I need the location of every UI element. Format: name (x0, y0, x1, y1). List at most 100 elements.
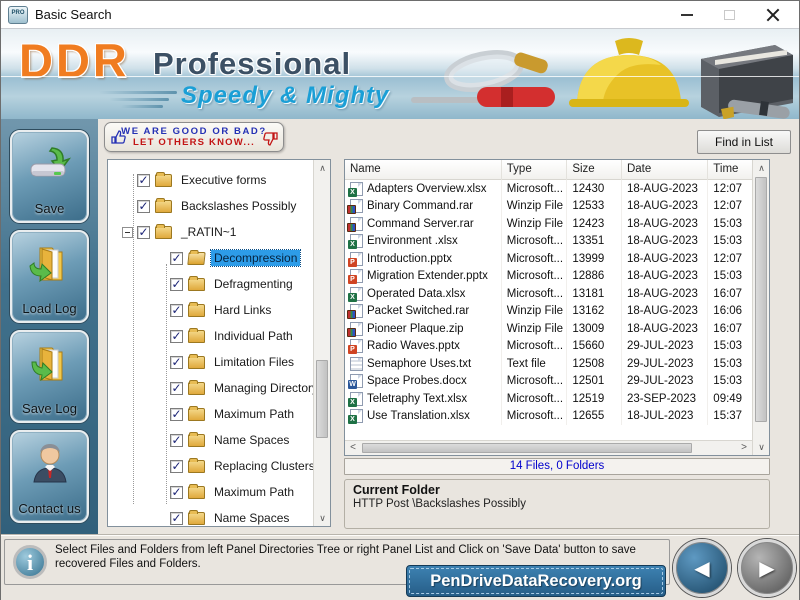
tree-item-checkbox[interactable]: ✓ (170, 304, 183, 317)
tree-item-checkbox[interactable]: ✓ (137, 226, 150, 239)
file-row[interactable]: Semaphore Uses.txt Text file 12508 29-JU… (345, 355, 752, 373)
tree-item[interactable]: ✓ Name Spaces (108, 505, 313, 526)
contact-us-button[interactable]: Contact us (10, 430, 89, 523)
tree-item[interactable]: ✓ Executive forms (108, 167, 313, 193)
tree-item-checkbox[interactable]: ✓ (170, 434, 183, 447)
file-type: Winzip File (502, 320, 568, 338)
tree-item-checkbox[interactable]: ✓ (170, 382, 183, 395)
tree-scrollbar-thumb[interactable] (316, 360, 328, 438)
tree-item-checkbox[interactable]: ✓ (170, 252, 183, 265)
column-header-time[interactable]: Time (708, 160, 752, 180)
info-icon: i (13, 545, 47, 579)
tree-item-label: Name Spaces (211, 432, 292, 448)
folder-icon (188, 408, 205, 421)
file-row[interactable]: X Teletraphy Text.xlsx Microsoft... 1251… (345, 390, 752, 408)
tree-vertical-scrollbar[interactable]: ∧ ∨ (313, 160, 330, 526)
directory-tree: ✓ Executive forms ✓ Backslashes Possibly… (108, 160, 313, 526)
tree-expander-icon[interactable] (122, 227, 133, 238)
column-header-size[interactable]: Size (567, 160, 622, 180)
list-scrollbar-thumb-h[interactable] (362, 443, 692, 453)
tree-item[interactable]: ✓ Maximum Path (108, 479, 313, 505)
tree-item-checkbox[interactable]: ✓ (170, 460, 183, 473)
scroll-up-icon[interactable]: ∧ (314, 160, 331, 176)
contact-person-icon (26, 440, 74, 488)
tree-item-checkbox[interactable]: ✓ (137, 174, 150, 187)
column-header-name[interactable]: Name (345, 160, 502, 180)
file-row[interactable]: P Migration Extender.pptx Microsoft... 1… (345, 268, 752, 286)
tree-item-checkbox[interactable]: ✓ (170, 408, 183, 421)
tree-item[interactable]: ✓ Backslashes Possibly (108, 193, 313, 219)
file-row[interactable]: X Operated Data.xlsx Microsoft... 13181 … (345, 285, 752, 303)
file-time: 15:03 (708, 233, 752, 251)
file-date: 18-AUG-2023 (622, 215, 708, 233)
close-button[interactable] (753, 1, 793, 28)
tree-item[interactable]: ✓ Name Spaces (108, 427, 313, 453)
tree-item[interactable]: ✓ Hard Links (108, 297, 313, 323)
file-type: Microsoft... (502, 338, 568, 356)
scroll-right-icon[interactable]: > (736, 441, 752, 456)
tree-item[interactable]: ✓ Individual Path (108, 323, 313, 349)
file-date: 18-AUG-2023 (622, 250, 708, 268)
tree-item[interactable]: ✓ _RATIN~1 (108, 219, 313, 245)
feedback-badge[interactable]: WE ARE GOOD OR BAD? LET OTHERS KNOW... (104, 122, 284, 152)
file-type-icon: X (350, 234, 363, 248)
back-button[interactable]: ◀ (673, 539, 731, 597)
file-row[interactable]: X Environment .xlsx Microsoft... 13351 1… (345, 233, 752, 251)
file-time: 15:03 (708, 268, 752, 286)
tree-item[interactable]: ✓ Managing Directory (108, 375, 313, 401)
tree-item-checkbox[interactable]: ✓ (170, 512, 183, 525)
scroll-down-icon[interactable]: ∨ (314, 510, 331, 526)
load-log-button[interactable]: Load Log (10, 230, 89, 323)
find-in-list-button[interactable]: Find in List (697, 130, 791, 154)
thumbs-up-icon (110, 129, 126, 145)
save-button[interactable]: Save (10, 130, 89, 223)
folder-icon (188, 304, 205, 317)
tree-item-checkbox[interactable]: ✓ (170, 486, 183, 499)
tree-item-checkbox[interactable]: ✓ (137, 200, 150, 213)
tree-item-checkbox[interactable]: ✓ (170, 278, 183, 291)
column-header-type[interactable]: Type (502, 160, 568, 180)
file-date: 18-AUG-2023 (622, 198, 708, 216)
folder-icon (155, 200, 172, 213)
file-name: Introduction.pptx (367, 253, 452, 265)
contact-us-button-label: Contact us (12, 501, 87, 516)
tree-item[interactable]: ✓ Limitation Files (108, 349, 313, 375)
file-row[interactable]: Binary Command.rar Winzip File 12533 18-… (345, 198, 752, 216)
list-scrollbar-thumb[interactable] (755, 177, 767, 422)
file-row[interactable]: P Radio Waves.pptx Microsoft... 15660 29… (345, 338, 752, 356)
file-row[interactable]: Command Server.rar Winzip File 12423 18-… (345, 215, 752, 233)
save-log-button[interactable]: Save Log (10, 330, 89, 423)
list-vertical-scrollbar[interactable]: ∧ ∨ (752, 160, 769, 455)
file-size: 13999 (567, 250, 622, 268)
file-size: 15660 (567, 338, 622, 356)
brand-logo: DDR (19, 33, 130, 88)
file-row[interactable]: Packet Switched.rar Winzip File 13162 18… (345, 303, 752, 321)
scroll-down-icon[interactable]: ∨ (753, 439, 770, 455)
file-size: 12519 (567, 390, 622, 408)
file-row[interactable]: W Space Probes.docx Microsoft... 12501 2… (345, 373, 752, 391)
tree-item[interactable]: ✓ Replacing Clusters (108, 453, 313, 479)
list-horizontal-scrollbar[interactable]: < > (345, 440, 752, 455)
maximize-button[interactable] (709, 1, 749, 28)
file-row[interactable]: X Adapters Overview.xlsx Microsoft... 12… (345, 180, 752, 198)
tree-item-checkbox[interactable]: ✓ (170, 330, 183, 343)
tree-item-label: Maximum Path (211, 406, 297, 422)
tree-item-checkbox[interactable]: ✓ (170, 356, 183, 369)
file-size: 12430 (567, 180, 622, 198)
file-type: Winzip File (502, 198, 568, 216)
minimize-button[interactable] (667, 1, 707, 28)
website-button[interactable]: PenDriveDataRecovery.org (406, 565, 666, 597)
forward-button[interactable]: ▶ (738, 539, 796, 597)
file-row[interactable]: Pioneer Plaque.zip Winzip File 13009 18-… (345, 320, 752, 338)
tree-item[interactable]: ✓ Defragmenting (108, 271, 313, 297)
file-row[interactable]: X Use Translation.xlsx Microsoft... 1265… (345, 408, 752, 426)
file-row[interactable]: P Introduction.pptx Microsoft... 13999 1… (345, 250, 752, 268)
column-header-date[interactable]: Date (622, 160, 708, 180)
scroll-left-icon[interactable]: < (345, 441, 361, 456)
tree-item[interactable]: ✓ Maximum Path (108, 401, 313, 427)
folder-icon (155, 174, 172, 187)
tree-item[interactable]: ✓ Decompression (108, 245, 313, 271)
file-type-icon: X (350, 392, 363, 406)
folder-icon (188, 460, 205, 473)
scroll-up-icon[interactable]: ∧ (753, 160, 770, 176)
